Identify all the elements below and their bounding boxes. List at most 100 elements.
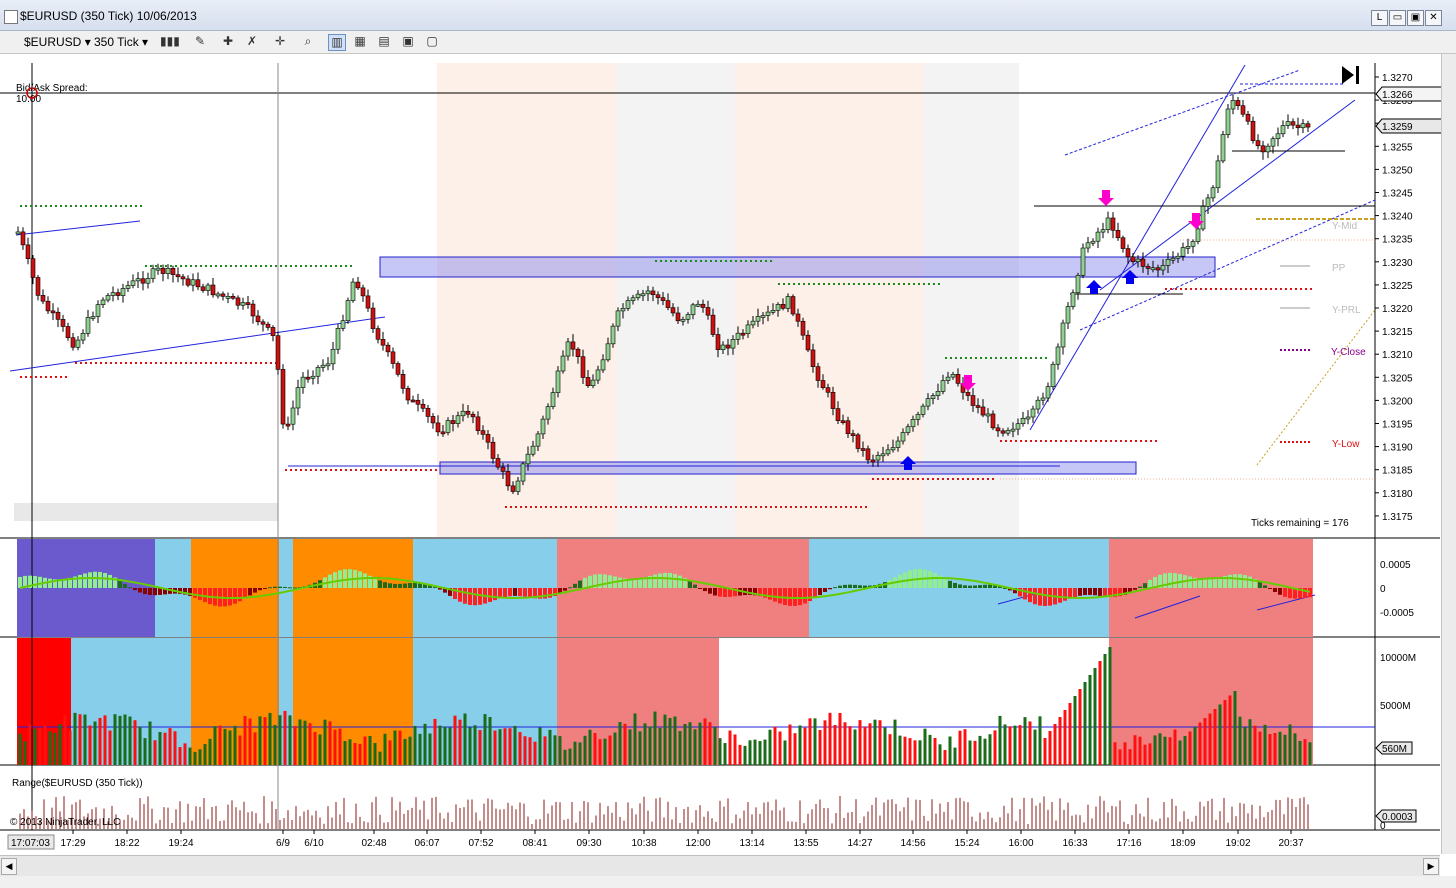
volume-bar [58, 724, 62, 765]
bar-type-icon[interactable]: ▮▮▮ [160, 34, 180, 49]
oscillator-bar [233, 588, 237, 604]
price-tick-label: 1.3250 [1382, 165, 1413, 176]
oscillator-bar [403, 583, 407, 588]
candle-up [1170, 257, 1176, 261]
candle-up [1230, 100, 1236, 110]
volume-bar [688, 722, 692, 765]
scroll-right-arrow-icon[interactable]: ▶ [1423, 858, 1439, 875]
volume-bar [418, 733, 422, 765]
volume-bar [668, 718, 672, 765]
horizontal-scrollbar[interactable]: ◀ ▶ [0, 855, 1440, 876]
chart-app-icon[interactable] [4, 10, 18, 24]
candle-up [1300, 123, 1306, 129]
chart-area[interactable]: 1.32701.32651.32601.32551.32501.32451.32… [0, 54, 1456, 888]
volume-bar [1113, 742, 1117, 765]
maximize-button[interactable]: ▣ [1407, 10, 1424, 26]
oscillator-bar [1043, 588, 1047, 607]
volume-bar [243, 716, 247, 765]
volume-bar [73, 712, 77, 765]
volume-bar [703, 718, 707, 765]
volume-bar [93, 721, 97, 765]
oscillator-bar [1258, 581, 1262, 588]
oscillator-bar [1268, 588, 1272, 589]
drawing-pencil-icon[interactable]: ✎ [192, 34, 208, 49]
oscillator-bar [333, 572, 337, 588]
indicators-icon[interactable]: ▥ [328, 34, 346, 51]
candle-up [315, 367, 321, 377]
volume-bar [1298, 741, 1302, 765]
candle-up [1160, 265, 1166, 271]
time-tick-label: 19:24 [168, 838, 193, 849]
oscillator-bar [343, 569, 347, 588]
crosshair-icon[interactable]: ✛ [272, 34, 288, 49]
candle-up [640, 293, 646, 297]
volume-bar [788, 724, 792, 765]
oscillator-bar [103, 573, 107, 588]
volume-bar [828, 712, 832, 765]
oscillator-bar [268, 587, 272, 589]
volume-bar [188, 747, 192, 765]
zoom-in-icon[interactable]: ✚ [220, 34, 236, 49]
candle-up [350, 281, 356, 301]
volume-bar [183, 743, 187, 765]
osc-tick-1: 0.0005 [1380, 560, 1411, 571]
time-tick-label: 18:09 [1170, 838, 1195, 849]
volume-bar [928, 734, 932, 765]
oscillator-bar [253, 588, 257, 593]
candle-down [835, 408, 841, 421]
candle-down [955, 374, 961, 384]
time-tick-label: 06:07 [414, 838, 439, 849]
vertical-scrollbar[interactable] [1441, 54, 1456, 854]
volume-bar [313, 731, 317, 765]
candle-down [865, 448, 871, 461]
candle-up [335, 328, 341, 350]
oscillator-bar [1263, 585, 1267, 588]
interval-selector[interactable]: 350 Tick ▾ [94, 35, 148, 49]
candle-down [180, 276, 186, 280]
volume-bar [1168, 737, 1172, 765]
candle-up [310, 375, 316, 379]
volume-bar [598, 739, 602, 765]
candle-down [60, 319, 66, 327]
link-button[interactable]: L [1371, 10, 1388, 26]
candle-up [80, 333, 86, 341]
minimize-button[interactable]: ▭ [1389, 10, 1406, 26]
zoom-out-icon[interactable]: ✗ [244, 34, 260, 49]
properties-icon[interactable]: ⌕ [300, 34, 316, 49]
candle-up [530, 445, 536, 455]
candle-up [765, 311, 771, 316]
volume-bar [493, 730, 497, 765]
strategies-icon[interactable]: ▦ [352, 34, 368, 49]
buy-arrow [1086, 280, 1102, 294]
volume-bar [1293, 733, 1297, 765]
volume-bar [578, 742, 582, 765]
scroll-left-arrow-icon[interactable]: ◀ [1, 858, 17, 875]
close-button[interactable]: ✕ [1425, 10, 1442, 26]
templates-icon[interactable]: ▢ [424, 34, 440, 49]
volume-bar [1233, 691, 1237, 765]
candle-down [580, 356, 586, 378]
volume-bar [943, 750, 947, 765]
candle-up [620, 308, 626, 312]
price-axis: 1.32701.32651.32601.32551.32501.32451.32… [1375, 73, 1413, 523]
candle-down [870, 459, 876, 463]
candle-up [1220, 134, 1226, 162]
chart-trader-icon[interactable]: ▤ [376, 34, 392, 49]
candle-up [755, 316, 761, 322]
candle-down [450, 420, 456, 424]
oscillator-bar [38, 576, 42, 588]
volume-bar [653, 711, 657, 765]
volume-bar [248, 718, 252, 765]
data-box-icon[interactable]: ▣ [400, 34, 416, 49]
candle-down [55, 311, 61, 320]
candle-down [235, 297, 241, 306]
volume-bar [433, 718, 437, 765]
candle-up [85, 317, 91, 334]
play-end-icon [1342, 66, 1359, 84]
volume-bar [858, 720, 862, 765]
volume-bar [343, 741, 347, 765]
instrument-selector[interactable]: $EURUSD ▾ [24, 35, 91, 49]
oscillator-bar [1238, 574, 1242, 588]
volume-bar [363, 736, 367, 765]
volume-bar [423, 723, 427, 765]
